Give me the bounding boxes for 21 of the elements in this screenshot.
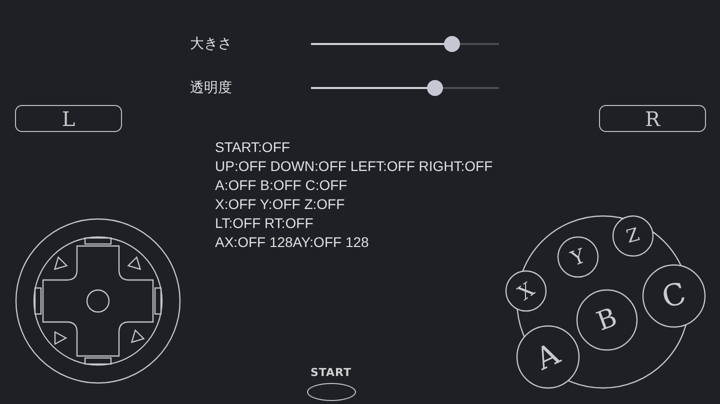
status-line: START:OFF	[215, 138, 290, 157]
status-line: UP:OFF DOWN:OFF LEFT:OFF RIGHT:OFF	[215, 157, 493, 176]
start-button[interactable]	[307, 383, 356, 401]
slider-thumb[interactable]	[427, 80, 444, 96]
shoulder-button[interactable]: L	[15, 105, 122, 132]
shoulder-button[interactable]: R	[599, 105, 706, 132]
slider-thumb[interactable]	[444, 36, 460, 52]
face-button[interactable]: A	[516, 325, 580, 389]
face-button[interactable]: X	[505, 270, 547, 312]
status-line: AX:OFF 128AY:OFF 128	[215, 233, 369, 252]
face-button[interactable]: Z	[612, 215, 654, 257]
slider-label: 大きさ	[190, 35, 233, 53]
slider-label: 透明度	[190, 79, 233, 97]
start-label: START	[309, 366, 353, 379]
status-line: X:OFF Y:OFF Z:OFF	[215, 195, 345, 214]
status-line: A:OFF B:OFF C:OFF	[215, 176, 348, 195]
face-button[interactable]: C	[642, 264, 706, 328]
dpad-drawing[interactable]	[15, 218, 181, 384]
face-button[interactable]: B	[576, 289, 638, 351]
status-line: LT:OFF RT:OFF	[215, 214, 314, 233]
face-button[interactable]: Y	[557, 236, 599, 278]
